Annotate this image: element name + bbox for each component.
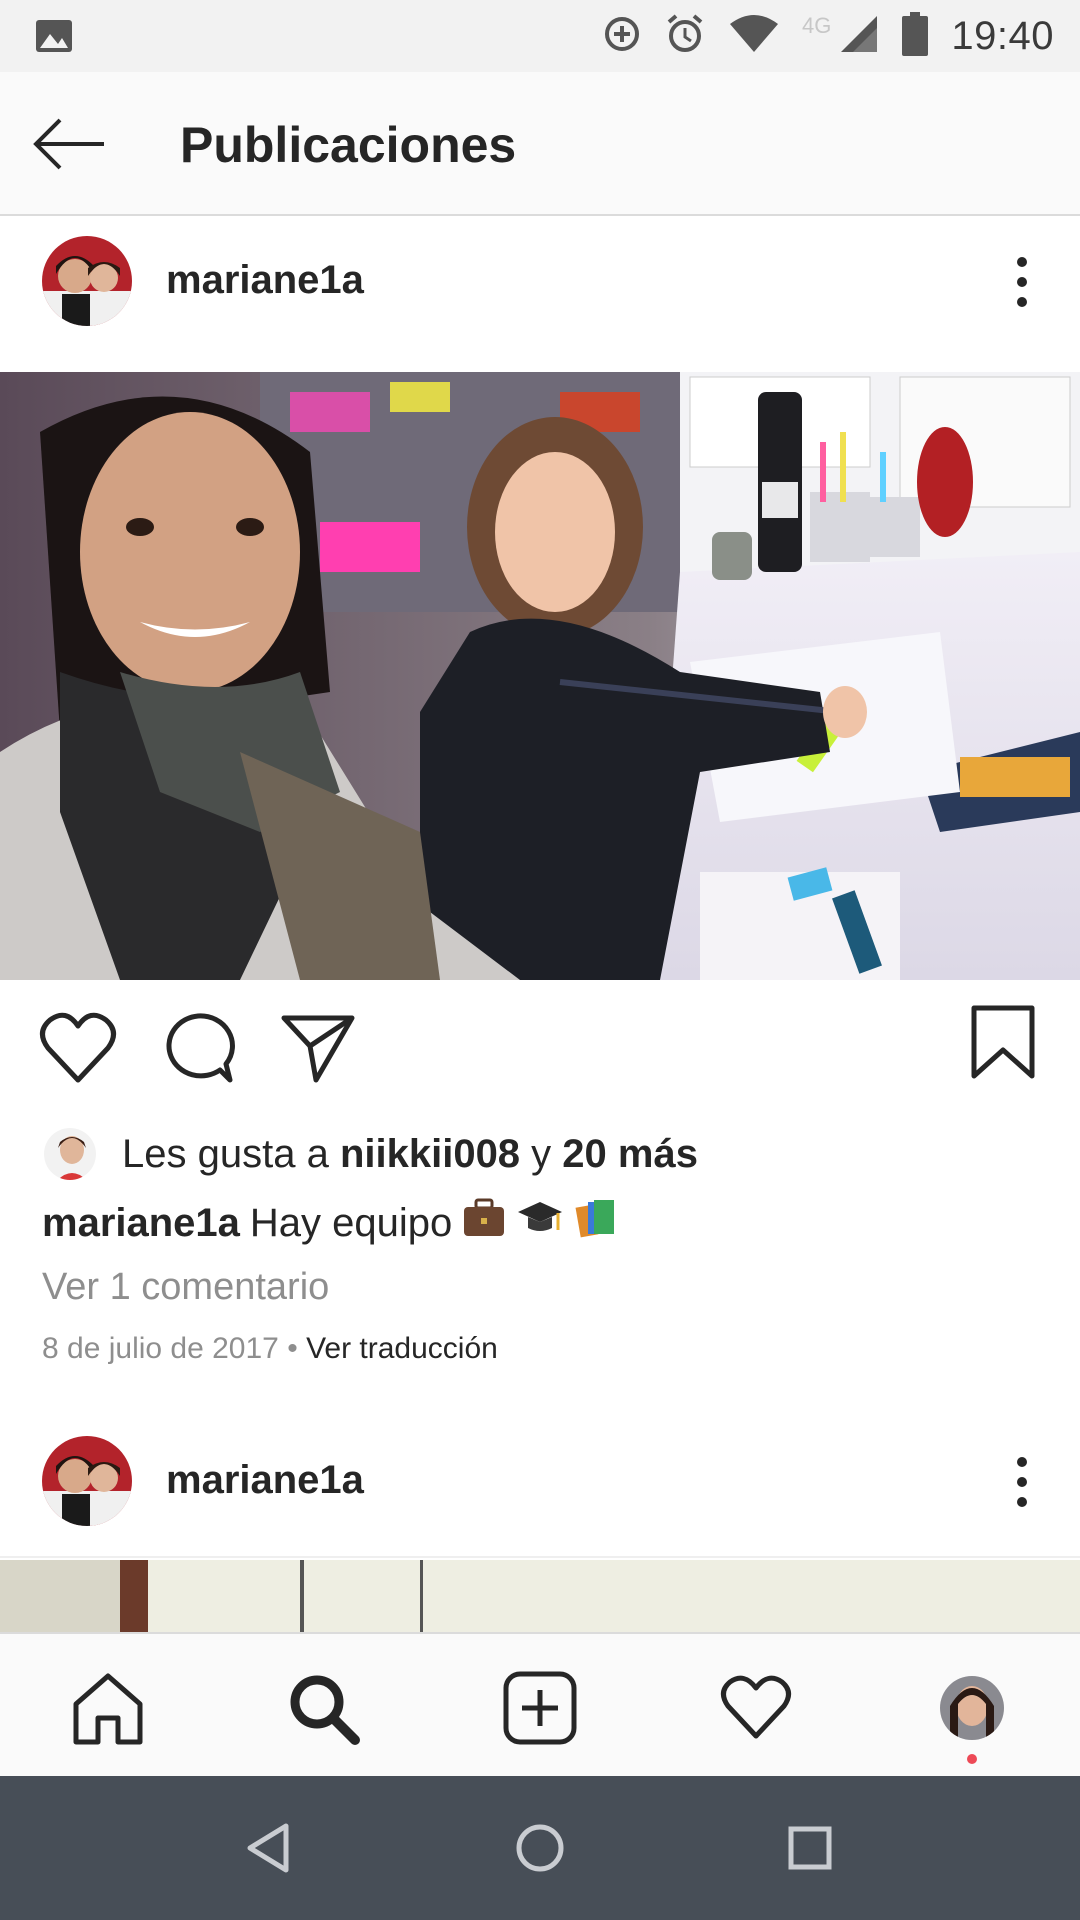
meta-separator: • [278, 1332, 307, 1365]
signal-icon [839, 14, 879, 59]
post-header: mariane1a [0, 218, 1080, 344]
post-actions [0, 1005, 1080, 1094]
likes-summary[interactable]: Les gusta a niikkii008 y 20 más [42, 1124, 698, 1184]
system-home-button[interactable] [510, 1818, 570, 1878]
avatar[interactable] [42, 236, 132, 326]
likes-others[interactable]: 20 más [562, 1132, 698, 1177]
post-username[interactable]: mariane1a [166, 1458, 364, 1503]
likes-prefix: Les gusta a [122, 1131, 340, 1176]
avatar[interactable] [42, 1436, 132, 1526]
liker-avatar [42, 1126, 98, 1182]
arrow-left-icon [33, 118, 104, 170]
image-notification-icon [34, 16, 74, 61]
activity-tab[interactable] [718, 1670, 794, 1746]
network-type: 4G [802, 13, 832, 38]
status-icons: 4G 19:40 [602, 0, 1054, 72]
post-photo[interactable] [0, 372, 1080, 980]
heart-icon [40, 1012, 116, 1083]
notification-dot [967, 1754, 977, 1764]
page-title: Publicaciones [180, 117, 517, 173]
caption-text: Hay equipo [249, 1200, 453, 1245]
post-caption: mariane1a Hay equipo [42, 1196, 618, 1250]
bookmark-icon [971, 1005, 1035, 1079]
home-icon [73, 1673, 143, 1745]
post-header-2: mariane1a [0, 1406, 1080, 1558]
home-tab[interactable] [70, 1670, 146, 1746]
more-vertical-icon [1017, 1457, 1027, 1507]
recents-square-icon [788, 1826, 832, 1870]
view-comments-link[interactable]: Ver 1 comentario [42, 1266, 329, 1309]
likes-connector: y [520, 1131, 563, 1176]
comment-icon [166, 1013, 235, 1083]
search-tab[interactable] [285, 1670, 361, 1746]
more-options-button[interactable] [1004, 1452, 1040, 1512]
system-back-button[interactable] [240, 1818, 300, 1878]
wifi-icon [728, 14, 780, 59]
app-bar: Publicaciones [0, 72, 1080, 216]
graduation-cap-emoji [516, 1198, 564, 1248]
see-translation-link[interactable]: Ver traducción [306, 1332, 498, 1365]
more-options-button[interactable] [1004, 252, 1040, 312]
search-icon [290, 1675, 360, 1745]
caption-username[interactable]: mariane1a [42, 1201, 240, 1246]
new-post-icon [503, 1671, 577, 1745]
post-username[interactable]: mariane1a [166, 258, 364, 303]
comment-button[interactable] [160, 1010, 236, 1091]
post-photo-2[interactable] [0, 1560, 1080, 1632]
briefcase-emoji [462, 1198, 506, 1248]
post-meta: 8 de julio de 2017 • Ver traducción [42, 1332, 498, 1366]
battery-icon [901, 11, 929, 61]
new-post-tab[interactable] [502, 1670, 578, 1746]
data-saver-icon [602, 14, 642, 59]
system-recents-button[interactable] [780, 1818, 840, 1878]
home-circle-icon [516, 1824, 564, 1872]
share-button[interactable] [280, 1010, 356, 1091]
activity-heart-icon [721, 1675, 791, 1739]
books-emoji [574, 1196, 618, 1250]
back-triangle-icon [247, 1823, 289, 1873]
profile-tab[interactable] [940, 1676, 1004, 1740]
profile-avatar [940, 1676, 1004, 1740]
post-date: 8 de julio de 2017 [42, 1332, 279, 1365]
back-button[interactable] [30, 116, 110, 172]
bottom-navigation [0, 1632, 1080, 1776]
like-button[interactable] [38, 1010, 118, 1091]
system-navigation-bar [0, 1776, 1080, 1920]
paper-plane-icon [281, 1015, 355, 1083]
status-bar: 4G 19:40 [0, 0, 1080, 72]
more-vertical-icon [1017, 257, 1027, 307]
clock: 19:40 [951, 13, 1054, 58]
save-button[interactable] [970, 1004, 1036, 1085]
liker-username[interactable]: niikkii008 [340, 1132, 520, 1177]
alarm-icon [664, 13, 706, 60]
